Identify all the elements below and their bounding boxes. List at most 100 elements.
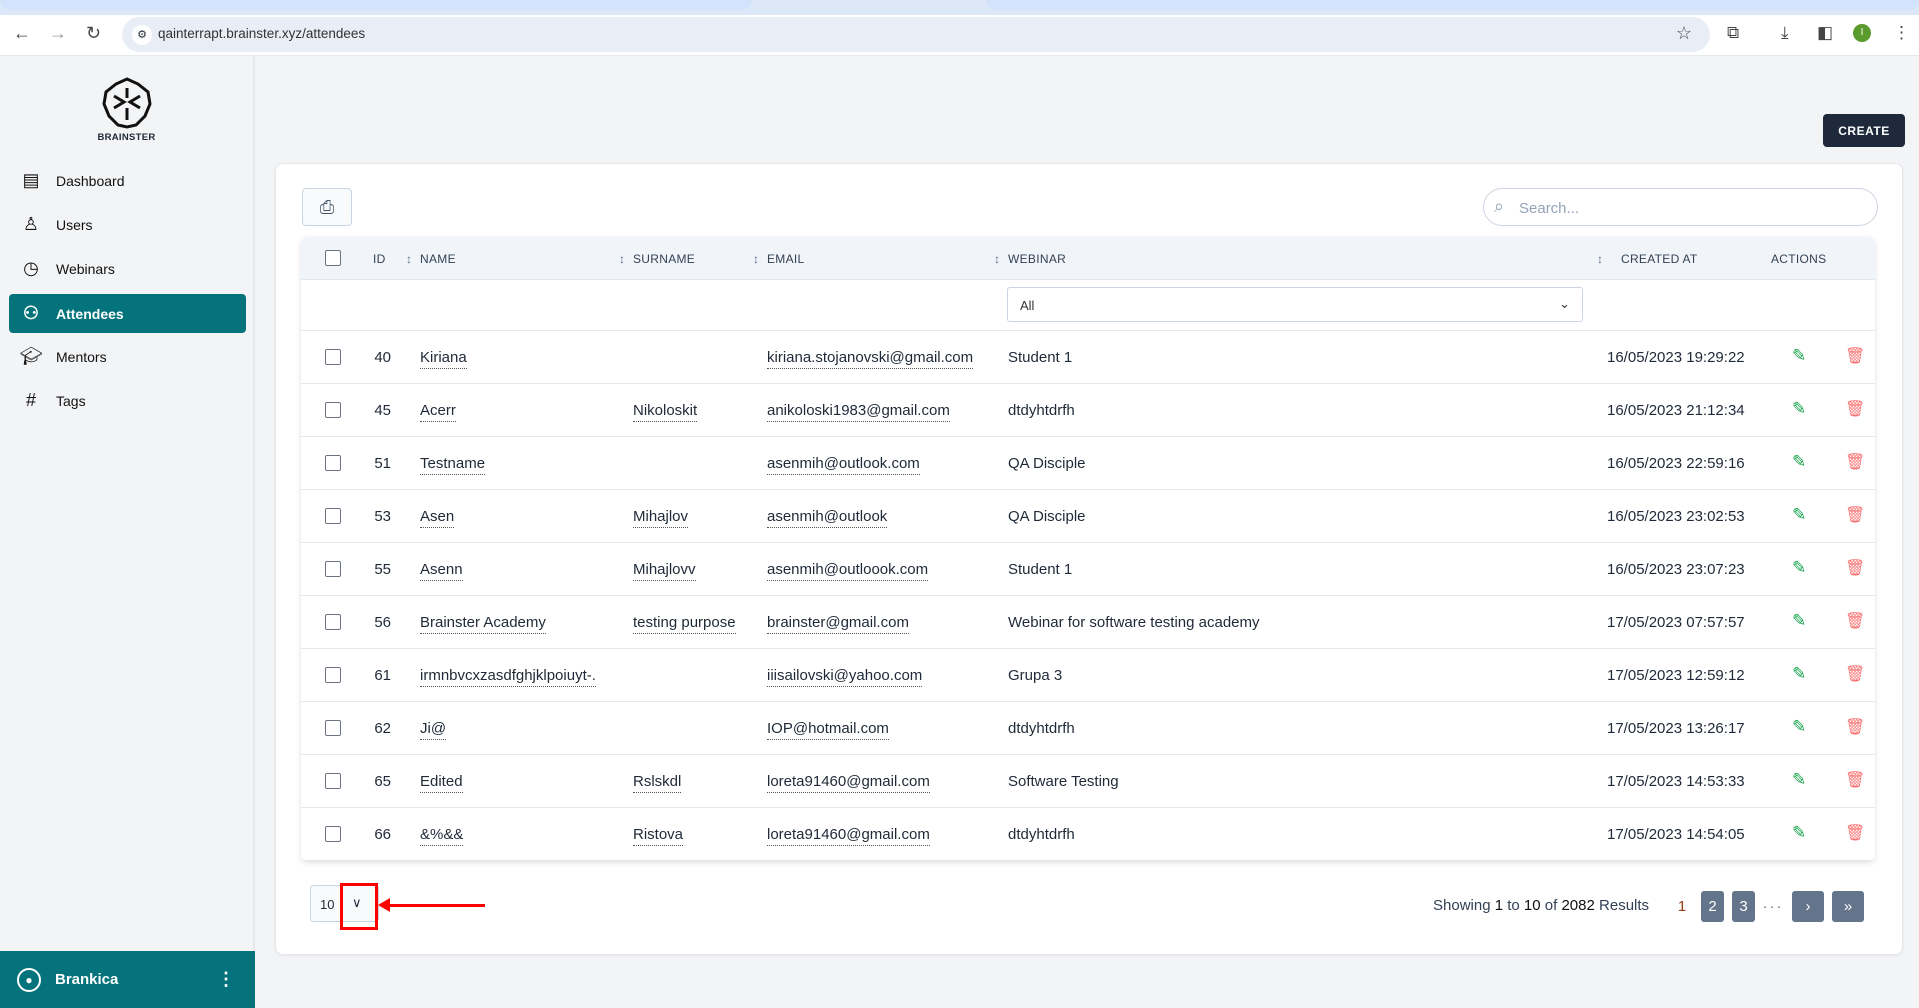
sort-icon[interactable]: ↕ bbox=[1597, 252, 1603, 266]
bookmark-star-icon[interactable]: ☆ bbox=[1676, 23, 1692, 44]
cell-email[interactable]: asenmih@outloook.com bbox=[767, 561, 929, 581]
trash-icon[interactable]: 🗑︎ bbox=[1845, 346, 1865, 366]
row-checkbox[interactable] bbox=[325, 773, 341, 789]
cell-surname[interactable]: Mihajlov bbox=[633, 508, 689, 528]
cell-name[interactable]: Testname bbox=[420, 455, 486, 475]
cell-surname[interactable]: testing purpose bbox=[633, 614, 736, 634]
cell-email[interactable]: iiisailovski@yahoo.com bbox=[767, 667, 923, 687]
sort-icon[interactable]: ↕ bbox=[619, 252, 625, 266]
header-name[interactable]: NAME bbox=[420, 252, 456, 266]
cell-email[interactable]: asenmih@outlook.com bbox=[767, 455, 920, 475]
search-input[interactable] bbox=[1519, 197, 1859, 219]
header-created-at[interactable]: CREATED AT bbox=[1621, 252, 1698, 266]
edit-icon[interactable]: ✎ bbox=[1792, 664, 1806, 684]
cell-name[interactable]: Kiriana bbox=[420, 349, 467, 369]
profile-avatar[interactable]: I bbox=[1853, 24, 1871, 42]
row-checkbox[interactable] bbox=[325, 455, 341, 471]
sort-icon[interactable]: ↕ bbox=[406, 252, 412, 266]
cell-email[interactable]: IOP@hotmail.com bbox=[767, 720, 889, 740]
edit-icon[interactable]: ✎ bbox=[1792, 611, 1806, 631]
row-checkbox[interactable] bbox=[325, 561, 341, 577]
cell-name[interactable]: Asenn bbox=[420, 561, 463, 581]
menu-kebab-icon[interactable]: ⋮ bbox=[1893, 23, 1910, 43]
sidebar-item-tags[interactable]: # Tags bbox=[9, 381, 246, 420]
to-label: to bbox=[1507, 897, 1520, 914]
cell-name[interactable]: Brainster Academy bbox=[420, 614, 546, 634]
browser-tab[interactable] bbox=[0, 0, 752, 10]
edit-icon[interactable]: ✎ bbox=[1792, 770, 1806, 790]
sidebar-item-users[interactable]: ♙ Users bbox=[9, 205, 246, 244]
edit-icon[interactable]: ✎ bbox=[1792, 505, 1806, 525]
cell-surname[interactable]: Mihajlovv bbox=[633, 561, 696, 581]
row-checkbox[interactable] bbox=[325, 614, 341, 630]
site-settings-icon[interactable]: ⚙ bbox=[132, 25, 152, 45]
webinar-filter-select[interactable]: All ⌄ bbox=[1007, 287, 1583, 322]
extensions-icon[interactable]: ⧉ bbox=[1727, 23, 1739, 43]
cell-name[interactable]: Ji@ bbox=[420, 720, 447, 740]
cell-created-at: 17/05/2023 07:57:57 bbox=[1607, 614, 1745, 631]
edit-icon[interactable]: ✎ bbox=[1792, 558, 1806, 578]
cell-surname[interactable]: Nikoloskit bbox=[633, 402, 698, 422]
cell-surname[interactable]: Ristova bbox=[633, 826, 684, 846]
edit-icon[interactable]: ✎ bbox=[1792, 452, 1806, 472]
cell-email[interactable]: loreta91460@gmail.com bbox=[767, 773, 930, 793]
edit-icon[interactable]: ✎ bbox=[1792, 717, 1806, 737]
edit-icon[interactable]: ✎ bbox=[1792, 399, 1806, 419]
trash-icon[interactable]: 🗑︎ bbox=[1845, 770, 1865, 790]
next-page-button[interactable]: › bbox=[1792, 891, 1824, 922]
cell-name[interactable]: Acerr bbox=[420, 402, 456, 422]
trash-icon[interactable]: 🗑︎ bbox=[1845, 452, 1865, 472]
user-options-icon[interactable]: ⋮ bbox=[217, 969, 235, 990]
last-page-button[interactable]: » bbox=[1832, 891, 1864, 922]
browser-tab[interactable] bbox=[986, 0, 1919, 10]
sidebar-item-webinars[interactable]: ◷ Webinars bbox=[9, 249, 246, 288]
cell-surname[interactable]: Rslskdl bbox=[633, 773, 682, 793]
sort-icon[interactable]: ↕ bbox=[753, 252, 759, 266]
download-icon[interactable]: ⤓ bbox=[1781, 23, 1789, 43]
address-bar[interactable]: ⚙ qainterrapt.brainster.xyz/attendees ☆ bbox=[122, 17, 1710, 52]
cell-email[interactable]: loreta91460@gmail.com bbox=[767, 826, 930, 846]
trash-icon[interactable]: 🗑︎ bbox=[1845, 611, 1865, 631]
sidebar-item-mentors[interactable]: 🎓︎ Mentors bbox=[9, 337, 246, 376]
edit-icon[interactable]: ✎ bbox=[1792, 346, 1806, 366]
trash-icon[interactable]: 🗑︎ bbox=[1845, 558, 1865, 578]
export-button[interactable]: ⎙ bbox=[302, 188, 352, 226]
side-panel-icon[interactable]: ◧ bbox=[1817, 23, 1833, 43]
edit-icon[interactable]: ✎ bbox=[1792, 823, 1806, 843]
page-2-button[interactable]: 2 bbox=[1701, 891, 1724, 922]
sort-icon[interactable]: ↕ bbox=[994, 252, 1000, 266]
back-icon[interactable]: ← bbox=[13, 23, 31, 44]
row-checkbox[interactable] bbox=[325, 508, 341, 524]
cell-name[interactable]: irmnbvcxzasdfghjklpoiuyt-. bbox=[420, 667, 596, 687]
trash-icon[interactable]: 🗑︎ bbox=[1845, 823, 1865, 843]
reload-icon[interactable]: ↻ bbox=[86, 23, 101, 44]
trash-icon[interactable]: 🗑︎ bbox=[1845, 399, 1865, 419]
trash-icon[interactable]: 🗑︎ bbox=[1845, 664, 1865, 684]
row-checkbox[interactable] bbox=[325, 826, 341, 842]
row-checkbox[interactable] bbox=[325, 349, 341, 365]
cell-name[interactable]: &%&& bbox=[420, 826, 464, 846]
trash-icon[interactable]: 🗑︎ bbox=[1845, 505, 1865, 525]
trash-icon[interactable]: 🗑︎ bbox=[1845, 717, 1865, 737]
page-1-button[interactable]: 1 bbox=[1674, 891, 1690, 922]
forward-icon[interactable]: → bbox=[49, 23, 67, 44]
cell-email[interactable]: brainster@gmail.com bbox=[767, 614, 909, 634]
page-3-button[interactable]: 3 bbox=[1732, 891, 1755, 922]
cell-email[interactable]: asenmih@outlook bbox=[767, 508, 888, 528]
chevron-down-icon: ⌄ bbox=[1559, 296, 1570, 311]
row-checkbox[interactable] bbox=[325, 720, 341, 736]
cell-name[interactable]: Edited bbox=[420, 773, 463, 793]
cell-email[interactable]: kiriana.stojanovski@gmail.com bbox=[767, 349, 974, 369]
create-button[interactable]: CREATE bbox=[1823, 114, 1905, 147]
header-surname[interactable]: SURNAME bbox=[633, 252, 695, 266]
cell-name[interactable]: Asen bbox=[420, 508, 455, 528]
sidebar-item-dashboard[interactable]: ▤ Dashboard bbox=[9, 161, 246, 200]
header-webinar[interactable]: WEBINAR bbox=[1008, 252, 1066, 266]
user-menu[interactable]: ● Brankica ⋮ bbox=[0, 951, 255, 1008]
row-checkbox[interactable] bbox=[325, 667, 341, 683]
select-all-checkbox[interactable] bbox=[325, 250, 341, 266]
sidebar-item-attendees[interactable]: ⚇ Attendees bbox=[9, 294, 246, 333]
row-checkbox[interactable] bbox=[325, 402, 341, 418]
cell-email[interactable]: anikoloski1983@gmail.com bbox=[767, 402, 950, 422]
header-email[interactable]: EMAIL bbox=[767, 252, 805, 266]
